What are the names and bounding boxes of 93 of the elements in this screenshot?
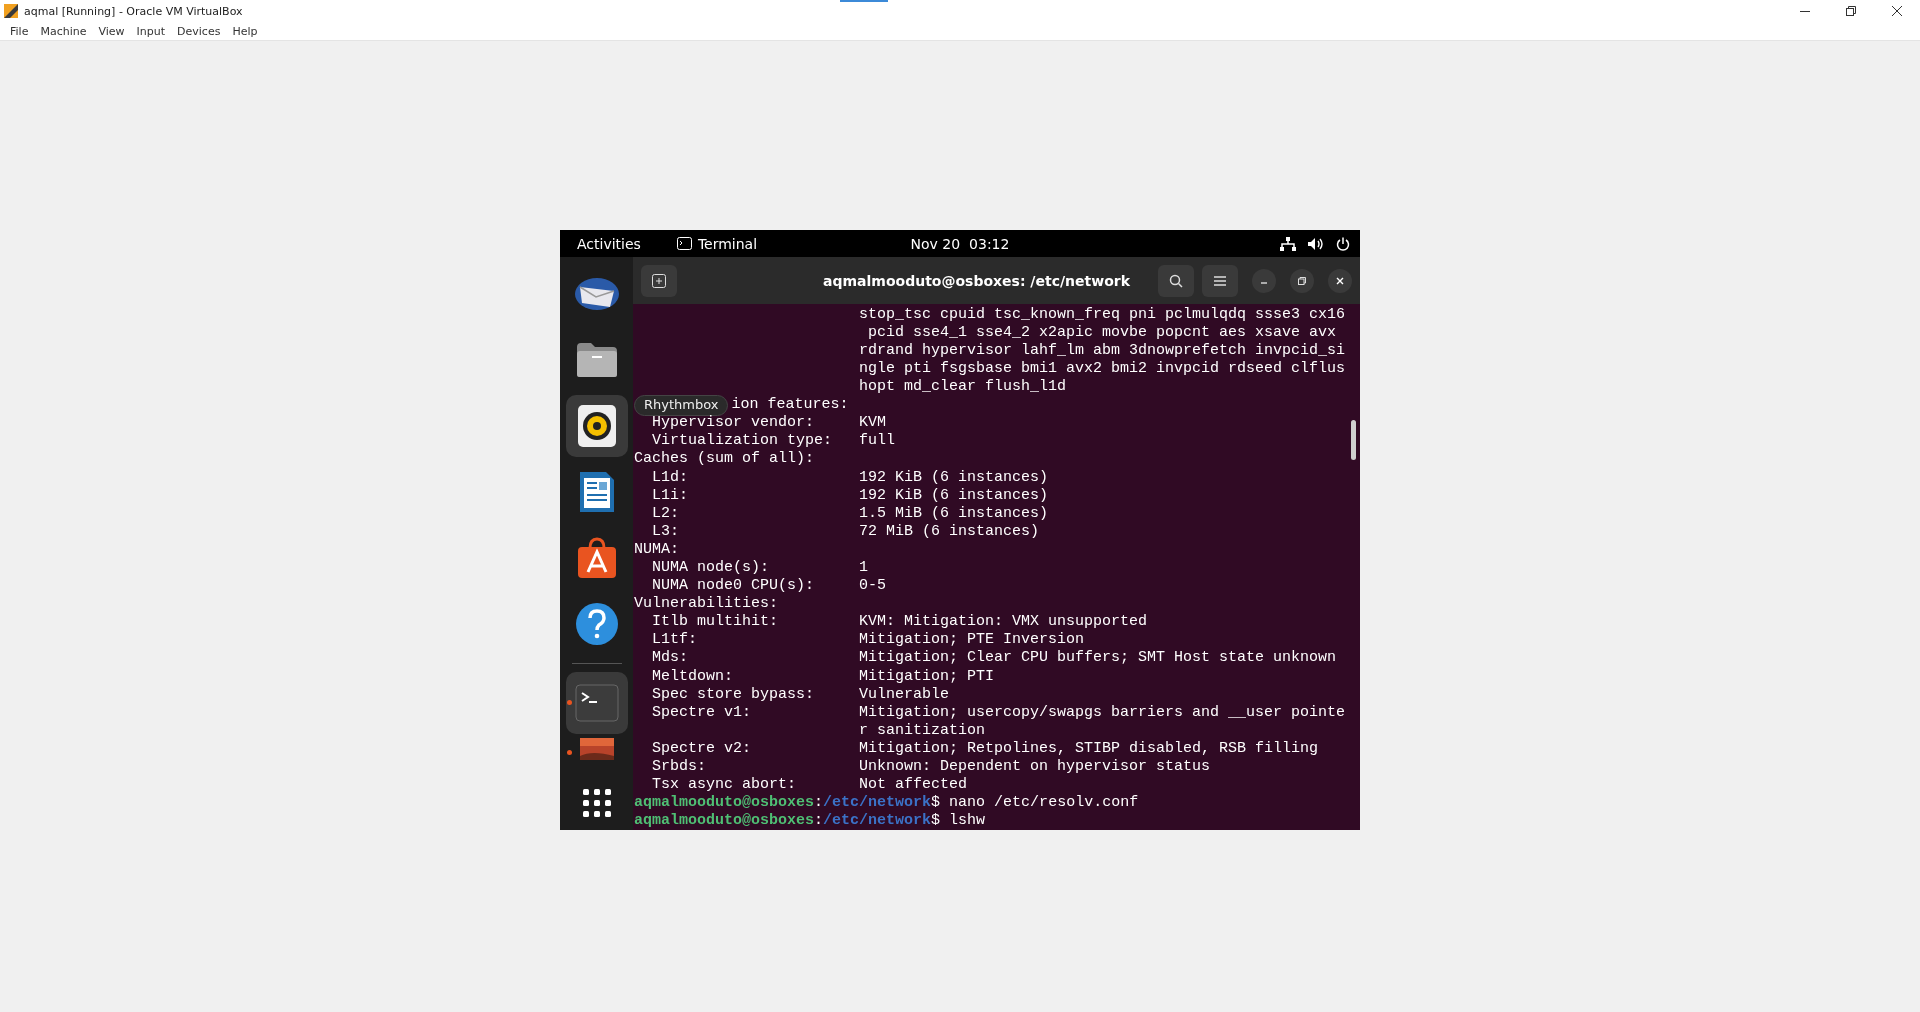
menu-icon bbox=[1213, 274, 1227, 287]
output-text: stop_tsc cpuid tsc_known_freq pni pclmulqdq ssse3 cx16 bbox=[859, 307, 1346, 323]
close-icon bbox=[1336, 276, 1344, 285]
search-icon bbox=[1169, 273, 1183, 288]
output-label: Srbds: bbox=[651, 760, 707, 775]
output-label: NUMA node(s): bbox=[651, 561, 771, 576]
clock[interactable]: Nov 20 03:12 bbox=[910, 235, 1010, 252]
output-value: 192 KiB (6 instances) bbox=[859, 488, 1049, 504]
window-title: aqmal [Running] - Oracle VM VirtualBox bbox=[24, 4, 243, 18]
output-label: Spec store bypass: bbox=[651, 687, 816, 703]
output-value: 1 bbox=[859, 561, 868, 576]
search-button[interactable] bbox=[1158, 264, 1194, 297]
app-grid-icon bbox=[581, 788, 612, 818]
app-logo-icon bbox=[4, 4, 18, 18]
terminal-icon bbox=[676, 237, 692, 250]
menu-item[interactable]: View bbox=[92, 24, 131, 38]
output-value: 1.5 MiB (6 instances) bbox=[859, 506, 1049, 522]
menu-item[interactable]: Input bbox=[130, 24, 172, 38]
power-icon[interactable] bbox=[1336, 236, 1350, 251]
output-value: KVM bbox=[859, 416, 886, 431]
output-value: Mitigation; usercopy/swapgs barriers and __user pointe bbox=[859, 705, 1346, 721]
close-icon bbox=[1892, 6, 1902, 16]
output-value: Not affected bbox=[859, 778, 968, 793]
output-value: Unknown: Dependent on hypervisor status bbox=[859, 760, 1211, 775]
output-text: rdrand hypervisor lahf_lm abm 3dnowprefetch invpcid_si bbox=[859, 343, 1346, 359]
volume-icon[interactable] bbox=[1308, 236, 1324, 251]
output-value: Mitigation; PTI bbox=[859, 669, 995, 685]
output-label: Tsx async abort: bbox=[651, 778, 798, 793]
output-label: Mds: bbox=[651, 651, 689, 667]
network-icon[interactable] bbox=[1280, 236, 1296, 251]
output-text: pcid sse4_1 sse4_2 x2apic movbe popcnt aes xsave avx bbox=[867, 325, 1337, 341]
prompt-separator: : bbox=[814, 814, 824, 829]
output-value: KVM: Mitigation: VMX unsupported bbox=[859, 615, 1148, 630]
output-text: ngle pti fsgsbase bmi1 avx2 bmi2 invpcid rdseed clflus bbox=[859, 361, 1346, 377]
output-value: Mitigation; PTE Inversion bbox=[859, 633, 1085, 649]
output-label: Itlb multihit: bbox=[651, 615, 780, 630]
command-text: $ nano /etc/resolv.conf bbox=[931, 796, 1139, 811]
output-label: Caches (sum of all): bbox=[634, 452, 816, 468]
menu-item[interactable]: Help bbox=[226, 24, 264, 38]
prompt-path: /etc/network bbox=[823, 814, 932, 829]
scrollbar-thumb[interactable] bbox=[1351, 420, 1356, 460]
prompt-separator: : bbox=[814, 796, 824, 811]
output-value: full bbox=[859, 434, 895, 450]
speaker-icon bbox=[576, 404, 617, 448]
output-label: L2: bbox=[651, 506, 680, 522]
output-label: NUMA: bbox=[634, 542, 680, 558]
folder-icon bbox=[574, 341, 619, 379]
prompt-path: /etc/network bbox=[823, 796, 932, 811]
output-text: ion features: bbox=[731, 398, 849, 413]
new-tab-button[interactable] bbox=[641, 264, 677, 297]
output-label: Hypervisor vendor: bbox=[651, 416, 816, 431]
tooltip: Rhythmbox bbox=[634, 395, 729, 416]
output-text: hopt md_clear flush_l1d bbox=[859, 380, 1067, 395]
output-value: Vulnerable bbox=[859, 687, 949, 703]
output-label: L1tf: bbox=[651, 633, 698, 649]
restore-icon bbox=[1846, 6, 1856, 16]
output-label: Virtualization type: bbox=[651, 434, 834, 450]
output-label: Spectre v2: bbox=[651, 741, 753, 757]
new-tab-icon bbox=[652, 273, 666, 288]
close-button[interactable] bbox=[1328, 268, 1352, 293]
prompt-user: aqmalmooduto@osboxes bbox=[634, 796, 815, 811]
menu-item[interactable]: File bbox=[4, 24, 35, 38]
bird-envelope-icon bbox=[573, 277, 620, 311]
help-icon bbox=[574, 602, 619, 646]
output-label: L1i: bbox=[651, 488, 689, 504]
output-label: NUMA node0 CPU(s): bbox=[651, 579, 816, 594]
output-label: L1d: bbox=[651, 470, 689, 486]
document-icon bbox=[577, 470, 616, 514]
output-label: Meltdown: bbox=[651, 669, 734, 685]
running-indicator-dot bbox=[566, 700, 572, 705]
output-value: 72 MiB (6 instances) bbox=[859, 524, 1040, 540]
output-label: Vulnerabilities: bbox=[634, 597, 780, 612]
menu-item[interactable]: Machine bbox=[34, 24, 93, 38]
dock-item[interactable] bbox=[565, 395, 628, 457]
app-menu-button[interactable]: Terminal bbox=[676, 235, 758, 252]
output-text: r sanitization bbox=[859, 723, 986, 739]
output-value: Mitigation; Retpolines, STIBP disabled, RSB filling bbox=[859, 741, 1319, 757]
output-label: L3: bbox=[651, 524, 680, 540]
output-value: Mitigation; Clear CPU buffers; SMT Host state unknown bbox=[859, 651, 1337, 667]
menu-button[interactable] bbox=[1202, 264, 1238, 297]
restore-icon bbox=[1298, 276, 1306, 285]
terminal-icon bbox=[574, 684, 619, 722]
prompt-user: aqmalmooduto@osboxes bbox=[634, 814, 815, 829]
menu-item[interactable]: Devices bbox=[171, 24, 227, 38]
output-label: Spectre v1: bbox=[651, 705, 753, 721]
output-value: 0-5 bbox=[859, 579, 886, 594]
image-tile-icon bbox=[579, 738, 614, 760]
command-text: $ lshw bbox=[931, 814, 986, 829]
activities-button[interactable]: Activities bbox=[577, 235, 641, 252]
terminal-title: aqmalmooduto@osboxes: /etc/network bbox=[822, 272, 1130, 289]
output-value: 192 KiB (6 instances) bbox=[859, 470, 1049, 486]
running-indicator-dot bbox=[566, 750, 572, 755]
restore-button[interactable] bbox=[1290, 268, 1314, 293]
